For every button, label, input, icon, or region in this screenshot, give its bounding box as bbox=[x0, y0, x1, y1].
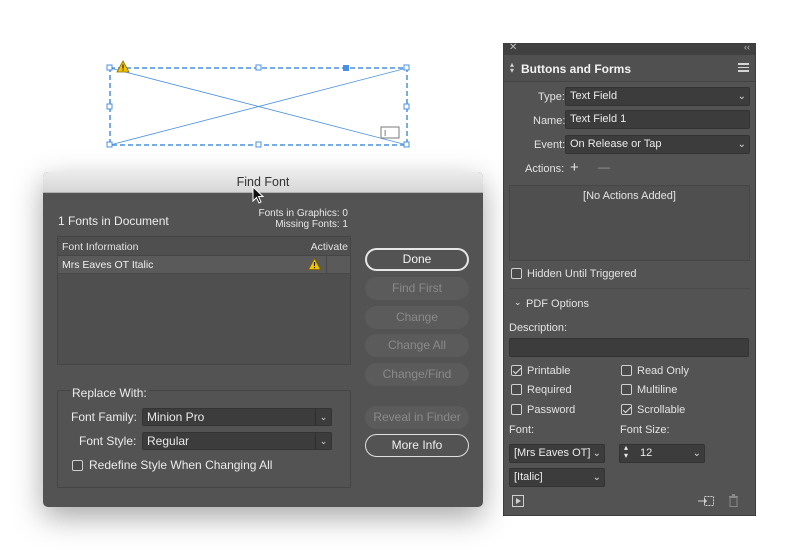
actions-label: Actions: bbox=[525, 163, 565, 175]
font-size-field[interactable]: ▴ ▾ 12 ⌄ bbox=[619, 444, 705, 463]
chevron-down-icon: ⌄ bbox=[737, 139, 746, 150]
type-dropdown[interactable]: Text Field ⌄ bbox=[565, 87, 750, 106]
chevron-down-icon: ⌄ bbox=[737, 91, 746, 102]
printable-label: Printable bbox=[527, 365, 571, 377]
frame-anchor-handle bbox=[343, 65, 349, 71]
chevron-down-icon: ⌄ bbox=[315, 409, 331, 425]
find-first-button[interactable]: Find First bbox=[365, 277, 469, 300]
multiline-label: Multiline bbox=[637, 384, 678, 396]
scrollable-checkbox[interactable] bbox=[621, 404, 632, 415]
event-dropdown[interactable]: On Release or Tap ⌄ bbox=[565, 135, 750, 154]
chevron-down-icon: ⌄ bbox=[315, 433, 331, 449]
close-icon[interactable]: ✕ bbox=[509, 42, 517, 53]
fonts-in-graphics: Fonts in Graphics: 0 bbox=[258, 208, 348, 219]
collapse-icon[interactable]: ‹‹ bbox=[744, 42, 750, 52]
font-stats: Fonts in Graphics: 0 Missing Fonts: 1 bbox=[259, 208, 348, 230]
hidden-until-triggered-label: Hidden Until Triggered bbox=[527, 268, 637, 280]
panel-title: Buttons and Forms bbox=[521, 62, 631, 76]
font-style-value: Regular bbox=[147, 434, 190, 448]
font-dropdown[interactable]: [Mrs Eaves OT] ⌄ bbox=[509, 444, 605, 463]
name-value: Text Field 1 bbox=[570, 113, 627, 125]
read-only-checkbox[interactable] bbox=[621, 365, 632, 376]
hidden-until-triggered-checkbox[interactable] bbox=[511, 268, 522, 279]
font-style-value: [Italic] bbox=[514, 471, 543, 483]
find-font-dialog: Find Font 1 Fonts in Document Fonts in G… bbox=[43, 172, 483, 507]
preview-icon[interactable] bbox=[512, 495, 524, 507]
description-input[interactable] bbox=[509, 338, 749, 357]
svg-text:I: I bbox=[384, 129, 386, 138]
event-label: Event: bbox=[534, 139, 566, 151]
reveal-in-finder-button[interactable]: Reveal in Finder bbox=[365, 406, 469, 429]
add-action-icon[interactable]: + bbox=[570, 159, 579, 176]
replace-with-title: Replace With: bbox=[70, 386, 149, 400]
stepper-arrows-icon[interactable]: ▴ ▾ bbox=[624, 444, 628, 460]
type-label: Type: bbox=[538, 91, 565, 103]
chevron-down-icon: ⌄ bbox=[692, 448, 701, 459]
type-value: Text Field bbox=[570, 90, 618, 102]
font-row[interactable]: Mrs Eaves OT Italic bbox=[58, 256, 350, 274]
no-actions-text: [No Actions Added] bbox=[583, 190, 676, 202]
required-label: Required bbox=[527, 384, 572, 396]
font-list-header: Font Information Activate bbox=[58, 237, 350, 256]
missing-fonts: Missing Fonts: 1 bbox=[275, 219, 348, 230]
font-label: Font: bbox=[509, 424, 535, 436]
font-value: [Mrs Eaves OT] bbox=[514, 447, 591, 459]
description-label: Description: bbox=[509, 322, 568, 334]
warning-icon bbox=[307, 257, 322, 273]
panel-tab: ▴ ▾ Buttons and Forms bbox=[504, 55, 755, 82]
font-style-dropdown[interactable]: [Italic] ⌄ bbox=[509, 468, 605, 487]
required-checkbox[interactable] bbox=[511, 384, 522, 395]
trash-icon[interactable] bbox=[728, 494, 739, 507]
redefine-style-label: Redefine Style When Changing All bbox=[89, 458, 273, 472]
redefine-style-checkbox[interactable] bbox=[72, 460, 83, 471]
password-checkbox[interactable] bbox=[511, 404, 522, 415]
font-family-dropdown[interactable]: Minion Pro ⌄ bbox=[142, 408, 332, 426]
chevron-down-icon[interactable]: ⌄ bbox=[514, 297, 522, 308]
panel-top-bar: ✕ ‹‹ bbox=[504, 42, 755, 55]
font-style-label: Font Style: bbox=[79, 434, 137, 448]
name-input[interactable]: Text Field 1 bbox=[565, 110, 750, 129]
fonts-count: 1 Fonts in Document bbox=[58, 214, 169, 228]
font-size-value: 12 bbox=[640, 447, 653, 459]
col-activate[interactable]: Activate bbox=[311, 241, 348, 253]
font-family-value: Minion Pro bbox=[147, 410, 205, 424]
column-divider bbox=[326, 256, 327, 274]
actions-list[interactable]: [No Actions Added] bbox=[509, 185, 750, 261]
text-field-type-icon: I bbox=[380, 126, 400, 139]
event-value: On Release or Tap bbox=[570, 138, 662, 150]
font-size-label: Font Size: bbox=[620, 424, 670, 436]
change-find-button[interactable]: Change/Find bbox=[365, 363, 469, 386]
password-label: Password bbox=[527, 404, 576, 416]
expand-arrows-icon[interactable]: ▴ ▾ bbox=[510, 61, 514, 75]
frame-warning-icon bbox=[116, 60, 130, 73]
convert-to-object-icon[interactable] bbox=[698, 495, 714, 507]
font-style-dropdown[interactable]: Regular ⌄ bbox=[142, 432, 332, 450]
panel-bottom-bar bbox=[504, 491, 755, 515]
done-button[interactable]: Done bbox=[365, 248, 469, 271]
font-family-label: Font Family: bbox=[71, 410, 138, 424]
remove-action-icon[interactable]: — bbox=[598, 160, 610, 174]
change-button[interactable]: Change bbox=[365, 306, 469, 329]
divider bbox=[509, 288, 750, 289]
name-label: Name: bbox=[533, 115, 566, 127]
read-only-label: Read Only bbox=[637, 365, 689, 377]
pdf-options-toggle[interactable]: PDF Options bbox=[526, 298, 589, 310]
mouse-cursor-icon bbox=[252, 186, 264, 204]
col-font-information[interactable]: Font Information bbox=[62, 241, 138, 253]
chevron-down-icon: ⌄ bbox=[592, 448, 601, 459]
buttons-and-forms-panel: ✕ ‹‹ ▴ ▾ Buttons and Forms Type: Text Fie… bbox=[503, 42, 756, 516]
printable-checkbox[interactable] bbox=[511, 365, 522, 376]
font-row-name: Mrs Eaves OT Italic bbox=[62, 259, 154, 271]
more-info-button[interactable]: More Info bbox=[365, 434, 469, 457]
chevron-down-icon: ⌄ bbox=[592, 472, 601, 483]
font-list: Font Information Activate Mrs Eaves OT I… bbox=[57, 236, 351, 365]
change-all-button[interactable]: Change All bbox=[365, 334, 469, 357]
panel-menu-icon[interactable] bbox=[738, 63, 749, 74]
multiline-checkbox[interactable] bbox=[621, 384, 632, 395]
scrollable-label: Scrollable bbox=[637, 404, 686, 416]
